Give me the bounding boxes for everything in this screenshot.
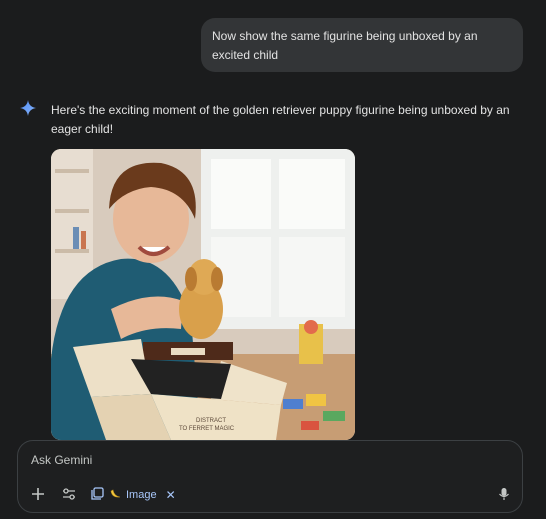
image-tool-chip-label: Image bbox=[126, 489, 157, 501]
image-gallery-icon bbox=[91, 487, 104, 503]
plus-icon[interactable] bbox=[30, 486, 46, 502]
prompt-input-box[interactable]: Ask Gemini Image ✕ bbox=[17, 440, 523, 513]
microphone-icon[interactable] bbox=[496, 486, 512, 502]
tools-icon[interactable] bbox=[61, 486, 77, 502]
generated-image[interactable]: DISTRACT TO FERRET MAGIC bbox=[51, 149, 355, 440]
assistant-message: Here's the exciting moment of the golden… bbox=[51, 101, 521, 139]
assistant-message-text: Here's the exciting moment of the golden… bbox=[51, 103, 510, 136]
banana-icon bbox=[109, 488, 121, 503]
box-text-line2: TO FERRET MAGIC bbox=[179, 426, 235, 432]
close-icon[interactable]: ✕ bbox=[166, 488, 176, 502]
image-tool-chip[interactable]: Image ✕ bbox=[91, 484, 176, 506]
prompt-placeholder[interactable]: Ask Gemini bbox=[31, 453, 92, 467]
box-text-line1: DISTRACT bbox=[196, 418, 226, 424]
user-message-bubble: Now show the same figurine being unboxed… bbox=[201, 18, 523, 72]
user-message-text: Now show the same figurine being unboxed… bbox=[212, 29, 478, 62]
gemini-spark-icon bbox=[20, 100, 36, 116]
